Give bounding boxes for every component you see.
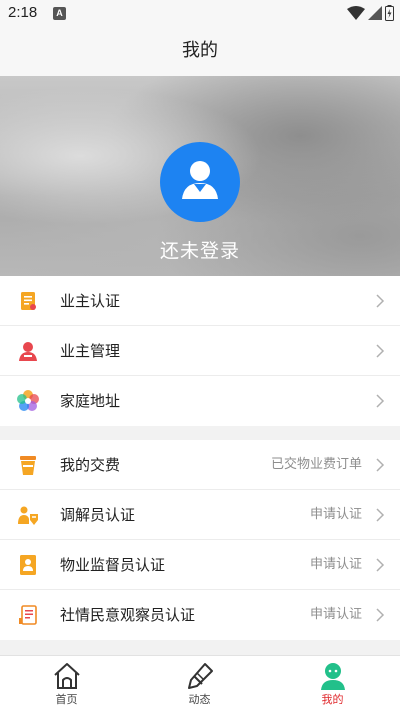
chevron-right-icon (376, 608, 385, 622)
certificate-icon (21, 292, 36, 310)
payment-cup-icon (20, 456, 36, 475)
chevron-right-icon (376, 458, 385, 472)
menu-item-value: 申请认证 (309, 557, 362, 572)
menu-item-my-payments[interactable]: 我的交费 已交物业费订单 (0, 440, 400, 490)
menu-item-value: 申请认证 (309, 507, 362, 522)
menu-item-label: 物业监督员认证 (60, 556, 166, 574)
tab-home[interactable]: 首页 (0, 656, 133, 711)
tab-feed[interactable]: 动态 (133, 656, 266, 711)
status-icons (347, 4, 394, 22)
mediator-icon (18, 506, 38, 525)
tab-label: 首页 (55, 693, 78, 706)
status-bar: 2:18 A (0, 0, 400, 26)
menu-item-label: 业主管理 (60, 342, 121, 360)
home-icon (54, 663, 80, 689)
pen-icon (188, 663, 213, 689)
menu-item-label: 业主认证 (60, 292, 121, 310)
signal-icon (368, 6, 382, 20)
bottom-tab-bar: 首页 动态 我的 (0, 655, 400, 711)
page-title: 我的 (182, 40, 218, 61)
menu-item-label: 社情民意观察员认证 (60, 606, 196, 624)
profile-header: 还未登录 (0, 76, 400, 276)
menu-item-value: 已交物业费订单 (270, 457, 362, 472)
profile-icon (321, 663, 345, 690)
services-section: 我的交费 已交物业费订单 调解员认证 申请认证 物业监督员认证 申请认证 社情民… (0, 440, 400, 640)
tab-label: 我的 (321, 693, 344, 706)
status-time: 2:18 (8, 4, 38, 21)
account-section: 业主认证 业主管理 家庭地址 (0, 276, 400, 426)
menu-item-mediator-certification[interactable]: 调解员认证 申请认证 (0, 490, 400, 540)
login-prompt[interactable]: 还未登录 (0, 236, 400, 263)
observer-document-icon (19, 605, 37, 625)
tab-label: 动态 (188, 693, 211, 706)
menu-item-label: 调解员认证 (60, 506, 136, 524)
notification-badge: A (53, 7, 66, 20)
menu-item-label: 我的交费 (60, 456, 121, 474)
menu-item-owner-certification[interactable]: 业主认证 (0, 276, 400, 326)
menu-item-label: 家庭地址 (60, 392, 121, 410)
chevron-right-icon (376, 558, 385, 572)
menu-item-owner-management[interactable]: 业主管理 (0, 326, 400, 376)
avatar[interactable] (160, 142, 240, 222)
chevron-right-icon (376, 344, 385, 358)
owner-manage-icon (19, 342, 37, 361)
wifi-icon (347, 6, 365, 20)
chevron-right-icon (376, 294, 385, 308)
chevron-right-icon (376, 508, 385, 522)
menu-item-public-opinion-observer-certification[interactable]: 社情民意观察员认证 申请认证 (0, 590, 400, 640)
menu-item-value: 申请认证 (309, 607, 362, 622)
battery-icon (385, 5, 394, 21)
menu-item-family-address[interactable]: 家庭地址 (0, 376, 400, 426)
family-address-icon (17, 390, 39, 411)
chevron-right-icon (376, 394, 385, 408)
menu-item-property-supervisor-certification[interactable]: 物业监督员认证 申请认证 (0, 540, 400, 590)
nav-bar: 我的 (0, 26, 400, 76)
tab-profile[interactable]: 我的 (266, 656, 399, 711)
supervisor-badge-icon (20, 555, 36, 575)
user-icon (182, 161, 218, 199)
